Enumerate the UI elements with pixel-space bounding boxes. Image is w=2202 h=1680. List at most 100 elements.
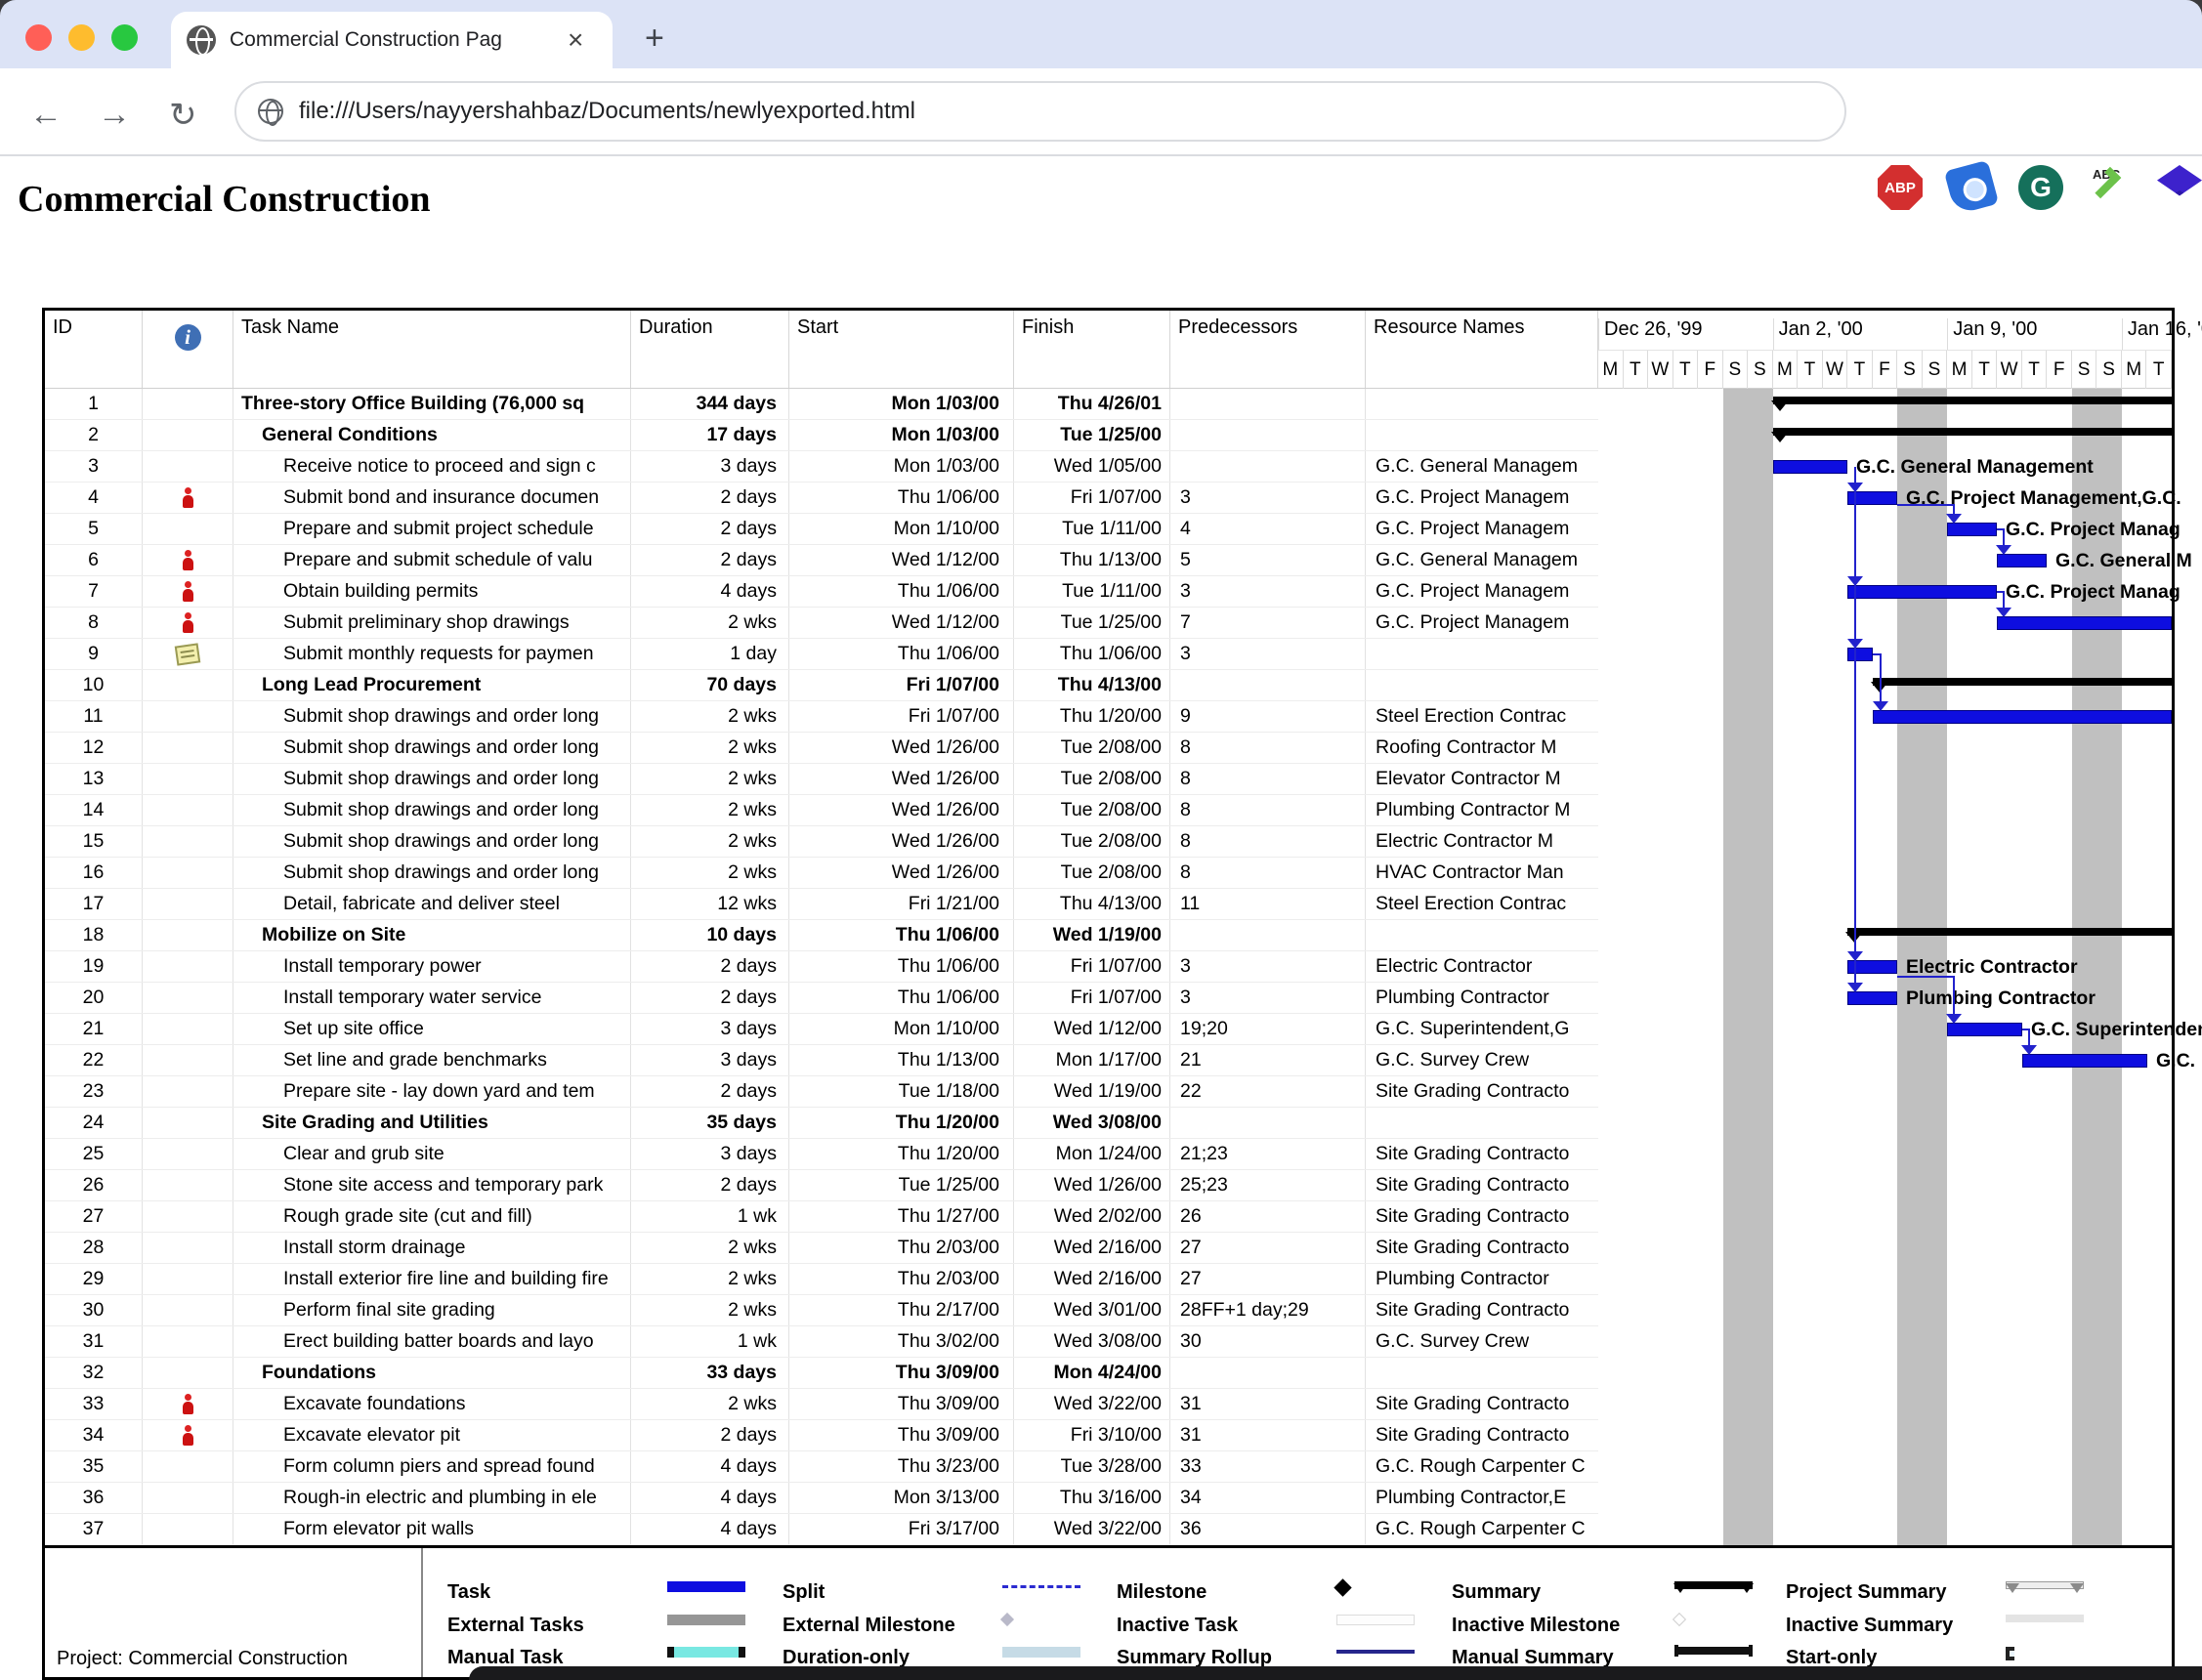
- table-row[interactable]: 12Submit shop drawings and order long2 w…: [45, 733, 1598, 764]
- cell-resources: Site Grading Contracto: [1366, 1233, 1598, 1263]
- cell-resources: G.C. Superintendent,G: [1366, 1014, 1598, 1044]
- grammarly-extension-icon[interactable]: G: [2018, 165, 2063, 210]
- cell-id: 17: [45, 889, 143, 919]
- cell-resources: G.C. Project Managem: [1366, 483, 1598, 513]
- url-text[interactable]: file:///Users/nayyershahbaz/Documents/ne…: [299, 98, 915, 125]
- table-row[interactable]: 14Submit shop drawings and order long2 w…: [45, 795, 1598, 826]
- resource-person-icon: [182, 1425, 193, 1447]
- cell-id: 2: [45, 420, 143, 450]
- timeline-day-letter: M: [1773, 351, 1799, 389]
- table-row[interactable]: 25Clear and grub site3 daysThu 1/20/00Mo…: [45, 1139, 1598, 1170]
- cell-predecessors: 3: [1170, 983, 1366, 1013]
- cell-finish: Wed 2/16/00: [1014, 1233, 1170, 1263]
- site-info-globe-icon[interactable]: [258, 99, 283, 124]
- cell-duration: 344 days: [631, 389, 789, 419]
- table-row[interactable]: 27Rough grade site (cut and fill)1 wkThu…: [45, 1201, 1598, 1233]
- table-row[interactable]: 31Erect building batter boards and layo1…: [45, 1326, 1598, 1358]
- cell-start: Thu 1/06/00: [789, 951, 1014, 982]
- cell-start: Wed 1/26/00: [789, 826, 1014, 857]
- table-row[interactable]: 9Submit monthly requests for paymen1 day…: [45, 639, 1598, 670]
- table-row[interactable]: 19Install temporary power2 daysThu 1/06/…: [45, 951, 1598, 983]
- forward-icon[interactable]: →: [98, 96, 131, 134]
- zoom-window-button[interactable]: [111, 24, 138, 51]
- cell-predecessors: 28FF+1 day;29: [1170, 1295, 1366, 1325]
- table-row[interactable]: 21Set up site office3 daysMon 1/10/00Wed…: [45, 1014, 1598, 1045]
- table-row[interactable]: 2General Conditions17 daysMon 1/03/00Tue…: [45, 420, 1598, 451]
- legend-label: Inactive Milestone: [1452, 1615, 1620, 1638]
- cell-duration: 2 wks: [631, 1233, 789, 1263]
- adblock-extension-icon[interactable]: ABP: [1878, 165, 1923, 210]
- table-row[interactable]: 1Three-story Office Building (76,000 sq3…: [45, 389, 1598, 420]
- table-row[interactable]: 4Submit bond and insurance documen2 days…: [45, 483, 1598, 514]
- table-row[interactable]: 37Form elevator pit walls4 daysFri 3/17/…: [45, 1514, 1598, 1545]
- table-row[interactable]: 32Foundations33 daysThu 3/09/00Mon 4/24/…: [45, 1358, 1598, 1389]
- table-row[interactable]: 13Submit shop drawings and order long2 w…: [45, 764, 1598, 795]
- table-row[interactable]: 34Excavate elevator pit2 daysThu 3/09/00…: [45, 1420, 1598, 1451]
- back-icon[interactable]: ←: [29, 96, 63, 134]
- table-row[interactable]: 16Submit shop drawings and order long2 w…: [45, 858, 1598, 889]
- tab-close-icon[interactable]: ×: [568, 26, 583, 54]
- table-row[interactable]: 24Site Grading and Utilities35 daysThu 1…: [45, 1108, 1598, 1139]
- table-row[interactable]: 18Mobilize on Site10 daysThu 1/06/00Wed …: [45, 920, 1598, 951]
- legend-label: Inactive Task: [1117, 1615, 1238, 1638]
- cell-task-name: Foundations: [233, 1358, 631, 1388]
- table-row[interactable]: 15Submit shop drawings and order long2 w…: [45, 826, 1598, 858]
- cell-indicator: [143, 1045, 233, 1075]
- cell-id: 31: [45, 1326, 143, 1357]
- table-row[interactable]: 29Install exterior fire line and buildin…: [45, 1264, 1598, 1295]
- cell-resources: [1366, 389, 1598, 419]
- cell-id: 8: [45, 608, 143, 638]
- table-row[interactable]: 7Obtain building permits4 daysThu 1/06/0…: [45, 576, 1598, 608]
- new-tab-button[interactable]: +: [645, 21, 664, 55]
- cell-finish: Wed 3/01/00: [1014, 1295, 1170, 1325]
- cell-resources: [1366, 639, 1598, 669]
- cell-duration: 4 days: [631, 1514, 789, 1544]
- table-row[interactable]: 6Prepare and submit schedule of valu2 da…: [45, 545, 1598, 576]
- table-row[interactable]: 26Stone site access and temporary park2 …: [45, 1170, 1598, 1201]
- table-row[interactable]: 30Perform final site grading2 wksThu 2/1…: [45, 1295, 1598, 1326]
- table-row[interactable]: 28Install storm drainage2 wksThu 2/03/00…: [45, 1233, 1598, 1264]
- table-row[interactable]: 3Receive notice to proceed and sign c3 d…: [45, 451, 1598, 483]
- cell-id: 1: [45, 389, 143, 419]
- column-header-indicators: i: [143, 311, 233, 388]
- spellcheck-extension-icon[interactable]: ABC: [2089, 165, 2134, 210]
- table-row[interactable]: 35Form column piers and spread found4 da…: [45, 1451, 1598, 1483]
- cell-task-name: Submit shop drawings and order long: [233, 826, 631, 857]
- tab-strip: Commercial Construction Pag × +: [0, 0, 2202, 68]
- close-window-button[interactable]: [25, 24, 52, 51]
- cell-start: Thu 3/09/00: [789, 1389, 1014, 1419]
- cell-indicator: [143, 764, 233, 794]
- cell-predecessors: 8: [1170, 733, 1366, 763]
- table-row[interactable]: 11Submit shop drawings and order long2 w…: [45, 701, 1598, 733]
- reload-icon[interactable]: ↻: [169, 96, 197, 135]
- cell-task-name: Rough-in electric and plumbing in ele: [233, 1483, 631, 1513]
- table-row[interactable]: 22Set line and grade benchmarks3 daysThu…: [45, 1045, 1598, 1076]
- cell-task-name: Form column piers and spread found: [233, 1451, 631, 1482]
- table-row[interactable]: 5Prepare and submit project schedule2 da…: [45, 514, 1598, 545]
- layers-extension-icon[interactable]: [2157, 165, 2202, 220]
- cell-id: 11: [45, 701, 143, 732]
- cell-duration: 2 wks: [631, 608, 789, 638]
- legend-swatch-external-tasks: [667, 1615, 745, 1625]
- table-row[interactable]: 33Excavate foundations2 wksThu 3/09/00We…: [45, 1389, 1598, 1420]
- table-row[interactable]: 20Install temporary water service2 daysT…: [45, 983, 1598, 1014]
- table-row[interactable]: 8Submit preliminary shop drawings2 wksWe…: [45, 608, 1598, 639]
- cell-predecessors: 3: [1170, 951, 1366, 982]
- cell-predecessors: 8: [1170, 795, 1366, 825]
- tag-extension-icon[interactable]: [1944, 160, 1999, 215]
- legend-swatch-inactive-milestone: [1673, 1613, 1686, 1626]
- timeline-day-letter: T: [1847, 351, 1873, 389]
- minimize-window-button[interactable]: [68, 24, 95, 51]
- table-row[interactable]: 36Rough-in electric and plumbing in ele4…: [45, 1483, 1598, 1514]
- legend-swatch-task: [667, 1581, 745, 1592]
- cell-start: Mon 1/03/00: [789, 420, 1014, 450]
- browser-tab[interactable]: Commercial Construction Pag ×: [171, 12, 613, 68]
- cell-indicator: [143, 1264, 233, 1294]
- address-bar[interactable]: file:///Users/nayyershahbaz/Documents/ne…: [234, 81, 1846, 142]
- cell-duration: 3 days: [631, 1139, 789, 1169]
- cell-duration: 3 days: [631, 1014, 789, 1044]
- table-row[interactable]: 23Prepare site - lay down yard and tem2 …: [45, 1076, 1598, 1108]
- table-row[interactable]: 10Long Lead Procurement70 daysFri 1/07/0…: [45, 670, 1598, 701]
- table-row[interactable]: 17Detail, fabricate and deliver steel12 …: [45, 889, 1598, 920]
- cell-predecessors: 31: [1170, 1389, 1366, 1419]
